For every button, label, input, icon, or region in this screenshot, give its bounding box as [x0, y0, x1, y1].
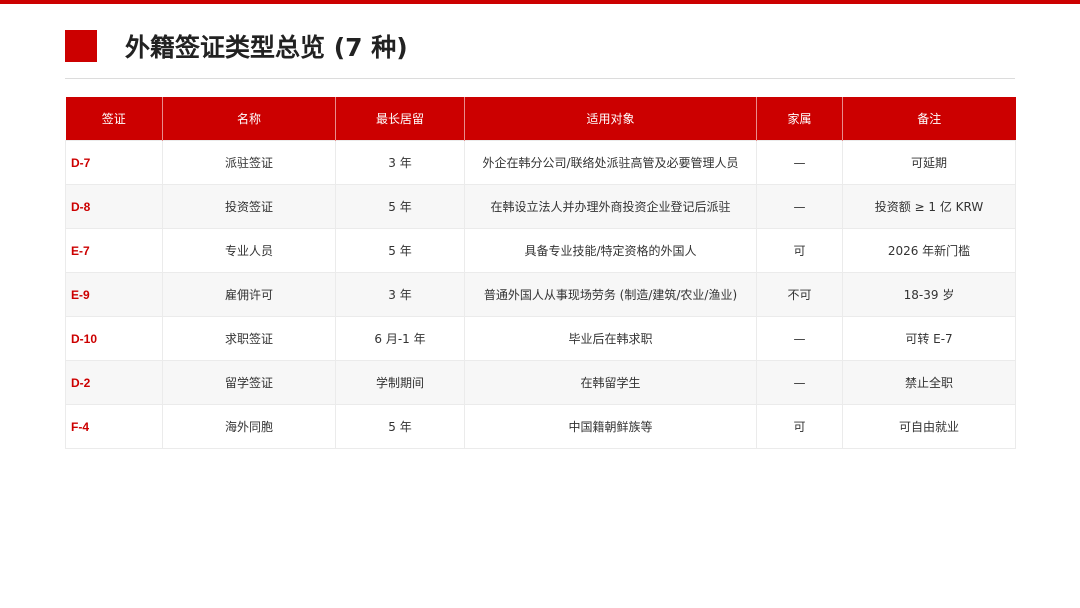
header-dependents: 家属 — [756, 97, 843, 141]
visa-notes: 可自由就业 — [842, 404, 1016, 449]
visa-code: D-7 — [65, 140, 163, 185]
visa-notes: 禁止全职 — [842, 360, 1016, 405]
table-row: D-10 求职签证 6 月-1 年 毕业后在韩求职 — 可转 E-7 — [65, 316, 1016, 361]
table-row: D-2 留学签证 学制期间 在韩留学生 — 禁止全职 — [65, 360, 1016, 405]
visa-notes: 2026 年新门槛 — [842, 228, 1016, 273]
visa-dependents: 不可 — [756, 272, 843, 317]
table-row: E-9 雇佣许可 3 年 普通外国人从事现场劳务 (制造/建筑/农业/渔业) 不… — [65, 272, 1016, 317]
visa-max-stay: 5 年 — [335, 228, 465, 273]
visa-dependents: 可 — [756, 404, 843, 449]
visa-notes: 投资额 ≥ 1 亿 KRW — [842, 184, 1016, 229]
visa-applicable: 毕业后在韩求职 — [464, 316, 757, 361]
visa-dependents: — — [756, 316, 843, 361]
header-visa: 签证 — [65, 97, 163, 141]
visa-notes: 可转 E-7 — [842, 316, 1016, 361]
visa-name: 派驻签证 — [162, 140, 336, 185]
visa-max-stay: 学制期间 — [335, 360, 465, 405]
visa-max-stay: 3 年 — [335, 140, 465, 185]
visa-code: E-7 — [65, 228, 163, 273]
page-title: 外籍签证类型总览 (7 种) — [125, 33, 408, 62]
visa-max-stay: 3 年 — [335, 272, 465, 317]
visa-code: E-9 — [65, 272, 163, 317]
visa-applicable: 在韩设立法人并办理外商投资企业登记后派驻 — [464, 184, 757, 229]
visa-code: D-8 — [65, 184, 163, 229]
header-name: 名称 — [162, 97, 336, 141]
visa-dependents: — — [756, 360, 843, 405]
visa-applicable: 具备专业技能/特定资格的外国人 — [464, 228, 757, 273]
title-marker — [65, 30, 97, 62]
visa-name: 留学签证 — [162, 360, 336, 405]
table-row: F-4 海外同胞 5 年 中国籍朝鲜族等 可 可自由就业 — [65, 404, 1016, 449]
visa-applicable: 中国籍朝鲜族等 — [464, 404, 757, 449]
title-divider — [65, 78, 1015, 79]
visa-code: D-2 — [65, 360, 163, 405]
visa-code: F-4 — [65, 404, 163, 449]
visa-dependents: — — [756, 184, 843, 229]
top-accent-bar — [0, 0, 1080, 4]
visa-max-stay: 6 月-1 年 — [335, 316, 465, 361]
visa-dependents: 可 — [756, 228, 843, 273]
visa-max-stay: 5 年 — [335, 184, 465, 229]
visa-code: D-10 — [65, 316, 163, 361]
visa-max-stay: 5 年 — [335, 404, 465, 449]
visa-name: 专业人员 — [162, 228, 336, 273]
visa-name: 求职签证 — [162, 316, 336, 361]
visa-applicable: 外企在韩分公司/联络处派驻高管及必要管理人员 — [464, 140, 757, 185]
header-applicable: 适用对象 — [464, 97, 757, 141]
table-header-row: 签证 名称 最长居留 适用对象 家属 备注 — [65, 97, 1016, 141]
visa-name: 雇佣许可 — [162, 272, 336, 317]
table-row: E-7 专业人员 5 年 具备专业技能/特定资格的外国人 可 2026 年新门槛 — [65, 228, 1016, 273]
visa-notes: 18-39 岁 — [842, 272, 1016, 317]
visa-name: 海外同胞 — [162, 404, 336, 449]
header-max-stay: 最长居留 — [335, 97, 465, 141]
visa-notes: 可延期 — [842, 140, 1016, 185]
visa-applicable: 在韩留学生 — [464, 360, 757, 405]
table-row: D-8 投资签证 5 年 在韩设立法人并办理外商投资企业登记后派驻 — 投资额 … — [65, 184, 1016, 229]
header-notes: 备注 — [842, 97, 1016, 141]
visa-dependents: — — [756, 140, 843, 185]
visa-table: 签证 名称 最长居留 适用对象 家属 备注 D-7 派驻签证 3 年 外企在韩分… — [65, 97, 1016, 449]
table-row: D-7 派驻签证 3 年 外企在韩分公司/联络处派驻高管及必要管理人员 — 可延… — [65, 140, 1016, 185]
visa-applicable: 普通外国人从事现场劳务 (制造/建筑/农业/渔业) — [464, 272, 757, 317]
visa-name: 投资签证 — [162, 184, 336, 229]
